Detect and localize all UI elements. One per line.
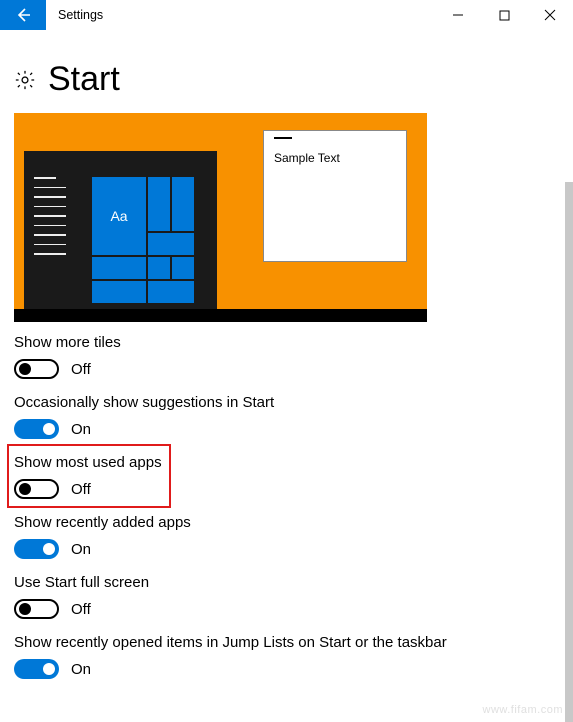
settings-list: Show more tiles Off Occasionally show sugg… (0, 322, 573, 679)
sample-window-text: Sample Text (274, 151, 396, 165)
setting-label: Use Start full screen (14, 574, 559, 591)
window-title: Settings (46, 0, 115, 30)
toggle-switch[interactable] (14, 659, 59, 679)
start-menu-mock: Aa (24, 151, 217, 309)
toggle-row: On (14, 539, 559, 559)
start-preview: Aa Sample Text (14, 113, 427, 322)
gear-icon (14, 69, 36, 91)
titlebar: Settings (0, 0, 573, 30)
minimize-button[interactable] (435, 0, 481, 30)
minimize-icon (452, 9, 464, 21)
toggle-row: On (14, 419, 559, 439)
toggle-switch[interactable] (14, 359, 59, 379)
toggle-switch[interactable] (14, 479, 59, 499)
sample-window: Sample Text (263, 130, 407, 262)
setting-label: Occasionally show suggestions in Start (14, 394, 559, 411)
maximize-icon (499, 10, 510, 21)
toggle-state-text: Off (71, 361, 91, 378)
toggle-state-text: On (71, 421, 91, 438)
toggle-switch[interactable] (14, 599, 59, 619)
setting-row: Show recently opened items in Jump Lists… (14, 634, 559, 679)
toggle-row: Off (14, 599, 559, 619)
scrollbar-thumb[interactable] (565, 182, 573, 722)
tile-sample: Aa (92, 177, 146, 255)
toggle-state-text: Off (71, 481, 91, 498)
setting-row: Show most used apps Off (14, 454, 559, 499)
close-button[interactable] (527, 0, 573, 30)
page-title: Start (48, 60, 120, 99)
scrollbar-track[interactable] (565, 94, 573, 720)
toggle-state-text: On (71, 661, 91, 678)
titlebar-spacer (115, 0, 435, 30)
watermark: www.fifam.com (483, 704, 563, 716)
toggle-state-text: Off (71, 601, 91, 618)
page-heading: Start (0, 30, 573, 113)
setting-row: Show more tiles Off (14, 334, 559, 379)
setting-label: Show more tiles (14, 334, 559, 351)
maximize-button[interactable] (481, 0, 527, 30)
setting-label: Show recently opened items in Jump Lists… (14, 634, 559, 651)
back-button[interactable] (0, 0, 46, 30)
toggle-switch[interactable] (14, 539, 59, 559)
toggle-row: Off (14, 359, 559, 379)
setting-label: Show recently added apps (14, 514, 559, 531)
setting-row: Show recently added apps On (14, 514, 559, 559)
setting-label: Show most used apps (14, 454, 559, 471)
arrow-left-icon (14, 6, 32, 24)
setting-row: Occasionally show suggestions in Start On (14, 394, 559, 439)
close-icon (544, 9, 556, 21)
toggle-state-text: On (71, 541, 91, 558)
toggle-row: On (14, 659, 559, 679)
setting-row: Use Start full screen Off (14, 574, 559, 619)
toggle-row: Off (14, 479, 559, 499)
toggle-switch[interactable] (14, 419, 59, 439)
